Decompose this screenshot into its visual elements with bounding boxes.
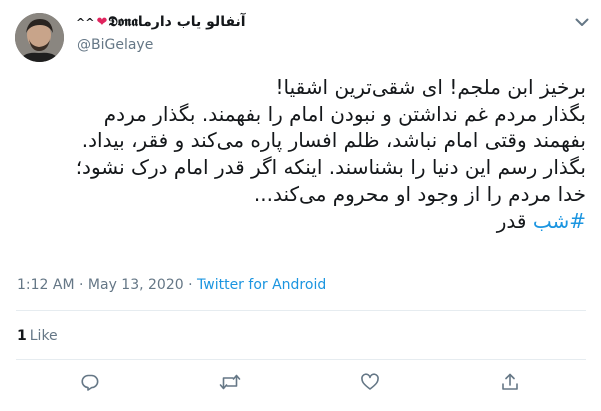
tweet-time[interactable]: 1:12 AM [17, 277, 75, 293]
like-count-label: Like [29, 328, 58, 344]
action-bar [0, 370, 601, 398]
tweet-text: برخیز ابن ملجم! ای شقی‌ترین اشقیا! بگذار… [16, 74, 586, 234]
meta-separator: · [79, 277, 84, 293]
hashtag-link[interactable]: #شب [533, 209, 586, 233]
more-options-button[interactable] [571, 10, 593, 32]
heart-emoji: ❤ [96, 15, 108, 30]
meta-separator: · [188, 277, 193, 293]
share-icon [500, 372, 520, 396]
reply-button[interactable] [76, 370, 104, 398]
like-count-value: 1 [17, 328, 27, 344]
tweet-text-last-line: #شب قدر [16, 208, 586, 235]
retweet-button[interactable] [216, 370, 244, 398]
avatar[interactable] [15, 13, 64, 62]
reply-icon [80, 372, 100, 396]
tweet-meta: 1:12 AM · May 13, 2020 · Twitter for And… [17, 277, 326, 293]
tweet-card: ^^ ❤𝕯𝖔𝖓𝖆آنفالو یاب دارما @BiGelaye برخیز … [0, 0, 601, 411]
tweet-text-line: بگذار رسم این دنیا را بشناسند. اینکه اگر… [75, 155, 586, 180]
tweet-date[interactable]: May 13, 2020 [88, 277, 184, 293]
tweet-source-link[interactable]: Twitter for Android [197, 277, 326, 293]
divider [16, 359, 586, 360]
like-count[interactable]: 1 Like [17, 328, 58, 344]
display-name-text: آنفالو یاب دارما [137, 14, 246, 30]
tweet-text-line: بگذار مردم غم نداشتن و نبودن امام را بفه… [103, 101, 586, 126]
tweet-text-line: خدا مردم را از وجود او محروم می‌کند... [253, 181, 586, 206]
user-handle[interactable]: @BiGelaye [77, 37, 153, 53]
name-glyphs: 𝕯𝖔𝖓𝖆 [108, 14, 138, 30]
chevron-down-icon [575, 12, 589, 31]
hashtag-tail: قدر [496, 208, 533, 233]
tweet-text-line: برخیز ابن ملجم! ای شقی‌ترین اشقیا! [275, 75, 586, 99]
share-button[interactable] [496, 370, 524, 398]
divider [16, 310, 586, 311]
retweet-icon [219, 372, 241, 396]
tweet-text-line: بفهمند وقتی امام نباشد، ظلم افسار پاره م… [81, 128, 586, 153]
display-name[interactable]: ^^ ❤𝕯𝖔𝖓𝖆آنفالو یاب دارما [76, 14, 496, 30]
like-button[interactable] [356, 370, 384, 398]
like-icon [360, 372, 380, 396]
name-decoration: ^^ [76, 16, 95, 29]
